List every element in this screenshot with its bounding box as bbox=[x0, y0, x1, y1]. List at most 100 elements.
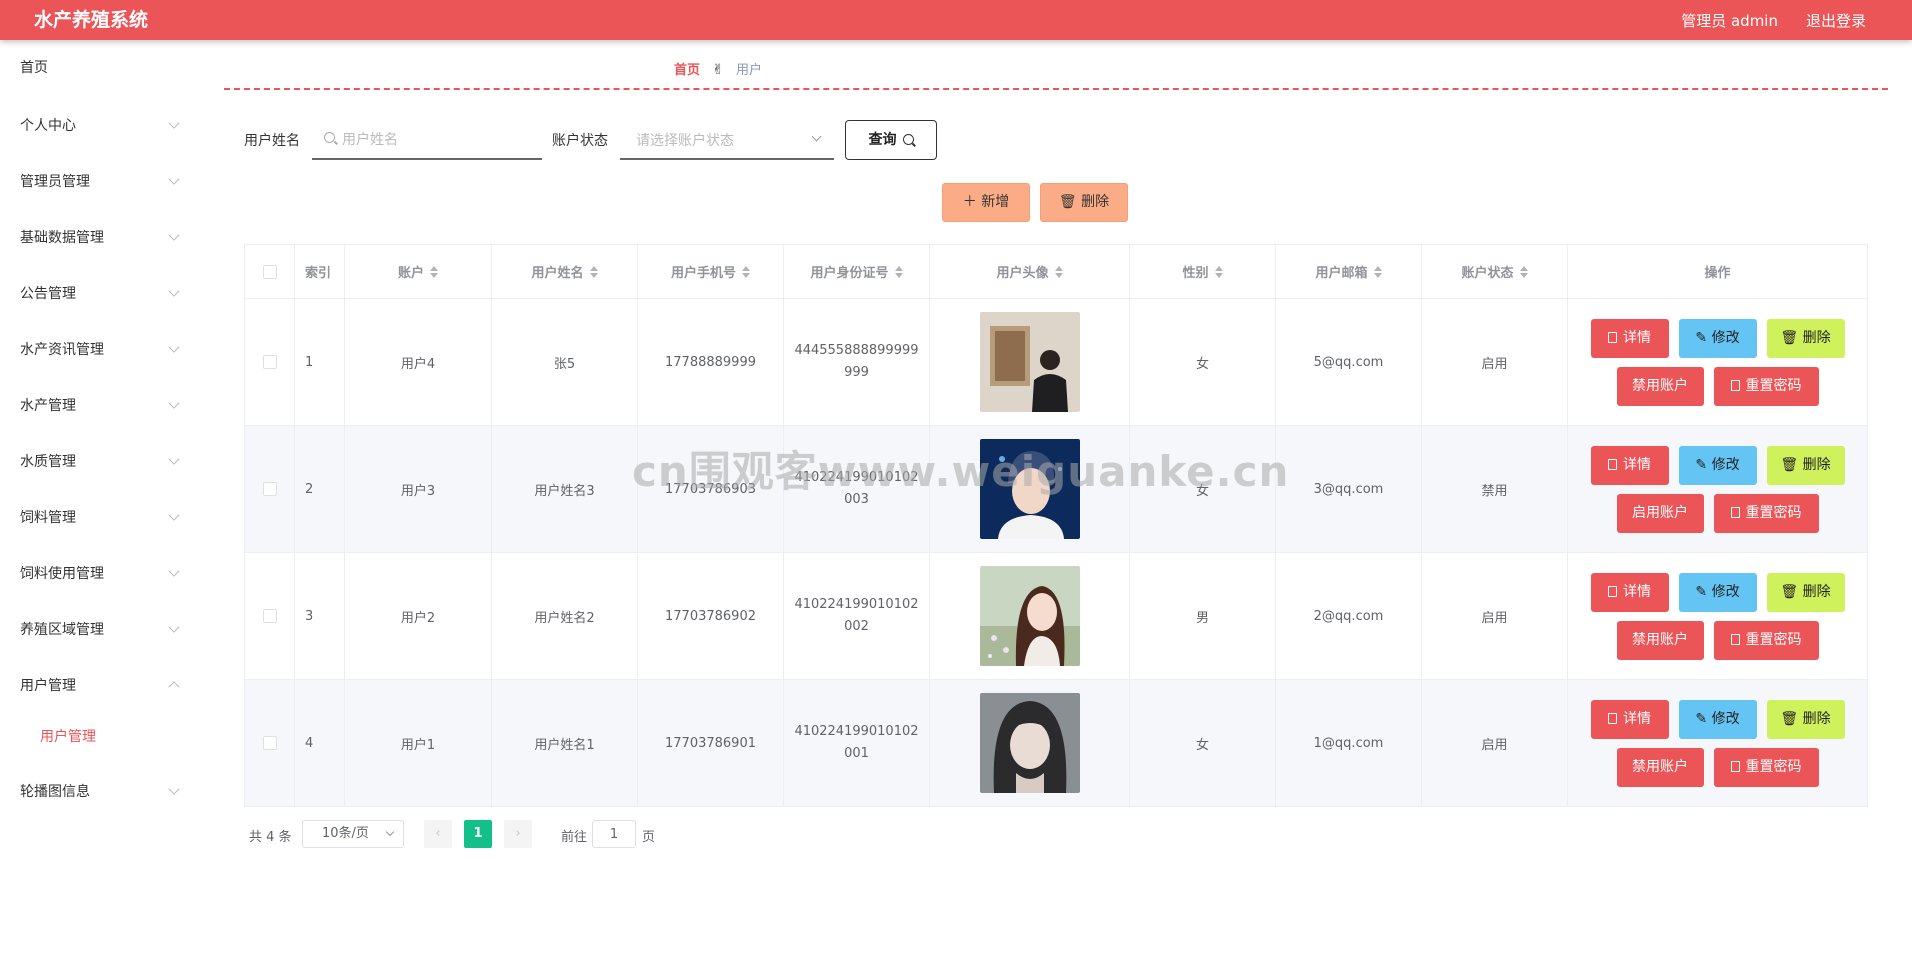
cell-email: 3@qq.com bbox=[1276, 426, 1422, 552]
sidebar-item-aqua-news[interactable]: 水产资讯管理 bbox=[0, 330, 200, 370]
reset-password-button[interactable]: 重置密码 bbox=[1713, 620, 1819, 660]
sidebar-item-water-quality[interactable]: 水质管理 bbox=[0, 442, 200, 482]
toggle-account-button[interactable]: 启用账户 bbox=[1616, 493, 1704, 533]
detail-button[interactable]: 详情 bbox=[1590, 699, 1669, 739]
sidebar-item-home[interactable]: 首页 bbox=[0, 48, 200, 88]
reset-password-button[interactable]: 重置密码 bbox=[1713, 493, 1819, 533]
avatar-photo[interactable] bbox=[979, 312, 1080, 412]
account-status-select[interactable]: 请选择账户状态 bbox=[620, 124, 834, 160]
chevron-down-icon bbox=[168, 397, 180, 409]
delete-button[interactable]: 🗑 删除 bbox=[1766, 445, 1845, 485]
chevron-down-icon bbox=[168, 173, 180, 185]
document-icon bbox=[1608, 712, 1617, 724]
idcard-text: 410224199010102001 bbox=[794, 724, 919, 761]
avatar-photo[interactable] bbox=[979, 566, 1080, 666]
chevron-down-icon bbox=[385, 827, 395, 837]
prev-page-button[interactable]: ‹ bbox=[424, 820, 452, 848]
batch-delete-button[interactable]: 🗑 删除 bbox=[1040, 183, 1128, 222]
edit-button[interactable]: ✎ 修改 bbox=[1678, 699, 1757, 739]
row-checkbox[interactable] bbox=[262, 609, 277, 623]
header-user-name[interactable]: 用户姓名 bbox=[492, 245, 638, 298]
cell-gender: 女 bbox=[1130, 426, 1276, 552]
sidebar-item-user-management[interactable]: 用户管理 bbox=[0, 666, 200, 706]
delete-button[interactable]: 🗑 删除 bbox=[1766, 699, 1845, 739]
sidebar-item-label: 养殖区域管理 bbox=[20, 622, 104, 638]
cell-phone: 17703786902 bbox=[638, 553, 784, 679]
select-all-checkbox[interactable] bbox=[262, 264, 277, 279]
edit-button[interactable]: ✎ 修改 bbox=[1678, 572, 1757, 612]
add-button[interactable]: ＋ 新增 bbox=[942, 183, 1030, 222]
sort-icon[interactable] bbox=[1054, 265, 1063, 278]
toggle-account-button[interactable]: 禁用账户 bbox=[1616, 620, 1704, 660]
user-name-input[interactable] bbox=[342, 128, 532, 152]
cell-user-name: 用户姓名3 bbox=[492, 426, 638, 552]
victory-hand-icon: ✌ bbox=[712, 62, 724, 78]
document-icon bbox=[1608, 331, 1617, 343]
sidebar-item-carousel[interactable]: 轮播图信息 bbox=[0, 772, 200, 812]
goto-page-input[interactable] bbox=[592, 820, 636, 848]
detail-button[interactable]: 详情 bbox=[1590, 318, 1669, 358]
sidebar-subitem-user-management[interactable]: 用户管理 bbox=[0, 719, 200, 755]
sidebar: 首页 个人中心 管理员管理 基础数据管理 公告管理 水产资讯管理 水产管理 水质… bbox=[0, 40, 200, 962]
sidebar-item-label: 饲料使用管理 bbox=[20, 566, 104, 582]
detail-label: 详情 bbox=[1623, 456, 1651, 473]
toggle-account-button[interactable]: 禁用账户 bbox=[1616, 747, 1704, 787]
next-page-button[interactable]: › bbox=[504, 820, 532, 848]
sort-icon[interactable] bbox=[1373, 265, 1382, 278]
sort-icon[interactable] bbox=[894, 265, 903, 278]
sort-icon[interactable] bbox=[1519, 265, 1528, 278]
edit-button[interactable]: ✎ 修改 bbox=[1678, 318, 1757, 358]
reset-password-button[interactable]: 重置密码 bbox=[1713, 747, 1819, 787]
sidebar-item-notices[interactable]: 公告管理 bbox=[0, 274, 200, 314]
edit-button[interactable]: ✎ 修改 bbox=[1678, 445, 1757, 485]
cell-idcard: 444555888899999999 bbox=[784, 299, 930, 425]
account-status-placeholder: 请选择账户状态 bbox=[636, 133, 734, 149]
row-checkbox[interactable] bbox=[262, 482, 277, 496]
sidebar-item-farming-area[interactable]: 养殖区域管理 bbox=[0, 610, 200, 650]
page-size-select[interactable]: 10条/页 bbox=[302, 820, 404, 848]
sort-icon[interactable] bbox=[589, 265, 598, 278]
header-status[interactable]: 账户状态 bbox=[1422, 245, 1568, 298]
table-row: 3 用户2 用户姓名2 17703786902 4102241990101020… bbox=[245, 553, 1868, 680]
delete-button[interactable]: 🗑 删除 bbox=[1766, 318, 1845, 358]
sidebar-item-base-data[interactable]: 基础数据管理 bbox=[0, 218, 200, 258]
query-button[interactable]: 查询 bbox=[845, 120, 937, 160]
sort-icon[interactable] bbox=[742, 265, 750, 278]
user-name-label: 用户姓名 bbox=[244, 133, 300, 149]
avatar-photo[interactable] bbox=[979, 439, 1080, 539]
admin-label: 管理员 admin bbox=[1681, 12, 1778, 30]
detail-button[interactable]: 详情 bbox=[1590, 572, 1669, 612]
breadcrumb-home[interactable]: 首页 bbox=[674, 63, 700, 78]
header-idcard[interactable]: 用户身份证号 bbox=[784, 245, 930, 298]
reset-password-button[interactable]: 重置密码 bbox=[1713, 366, 1819, 406]
detail-button[interactable]: 详情 bbox=[1590, 445, 1669, 485]
sidebar-item-admin-management[interactable]: 管理员管理 bbox=[0, 162, 200, 202]
logout-button[interactable]: 退出登录 bbox=[1806, 0, 1866, 42]
delete-button[interactable]: 🗑 删除 bbox=[1766, 572, 1845, 612]
delete-label: 删除 bbox=[1802, 583, 1831, 600]
toggle-account-button[interactable]: 禁用账户 bbox=[1616, 366, 1704, 406]
page-number-button[interactable]: 1 bbox=[464, 820, 492, 848]
header-gender[interactable]: 性别 bbox=[1130, 245, 1276, 298]
row-checkbox[interactable] bbox=[262, 355, 277, 369]
edit-label: 修改 bbox=[1711, 710, 1740, 727]
sort-icon[interactable] bbox=[430, 265, 438, 278]
edit-label: 修改 bbox=[1711, 456, 1740, 473]
avatar-photo[interactable] bbox=[979, 693, 1080, 793]
detail-label: 详情 bbox=[1623, 710, 1651, 727]
sidebar-item-feed[interactable]: 饲料管理 bbox=[0, 498, 200, 538]
sort-icon[interactable] bbox=[1214, 265, 1223, 278]
header-account[interactable]: 账户 bbox=[345, 245, 492, 298]
header-phone[interactable]: 用户手机号 bbox=[638, 245, 784, 298]
sidebar-item-aqua[interactable]: 水产管理 bbox=[0, 386, 200, 426]
header-email[interactable]: 用户邮箱 bbox=[1276, 245, 1422, 298]
sidebar-item-feed-usage[interactable]: 饲料使用管理 bbox=[0, 554, 200, 594]
row-checkbox[interactable] bbox=[262, 736, 277, 750]
cell-avatar bbox=[930, 426, 1130, 552]
sidebar-item-personal-center[interactable]: 个人中心 bbox=[0, 106, 200, 146]
trash-icon: 🗑 bbox=[1780, 456, 1803, 473]
goto-label: 前往 bbox=[561, 830, 588, 845]
search-icon bbox=[324, 132, 335, 143]
header-avatar[interactable]: 用户头像 bbox=[930, 245, 1130, 298]
account-status-label: 账户状态 bbox=[552, 133, 608, 149]
